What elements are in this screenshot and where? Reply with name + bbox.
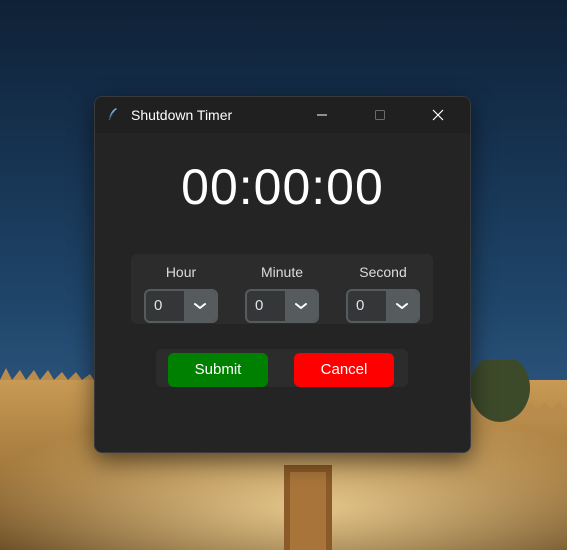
minimize-button[interactable] <box>299 97 345 133</box>
minute-label: Minute <box>260 264 304 280</box>
countdown-display: 00:00:00 <box>181 159 384 215</box>
time-picker-frame: Hour 0 Minute 0 Second 0 <box>131 254 433 324</box>
desktop-background: Shutdown Timer 00:00:00 Hour 0 Minute 0 … <box>0 0 567 550</box>
hour-picker: Hour 0 <box>131 254 231 324</box>
chevron-down-icon <box>194 303 206 309</box>
hour-dropdown-button[interactable] <box>184 291 216 321</box>
minimize-icon <box>317 114 327 116</box>
feather-icon <box>108 108 117 121</box>
close-button[interactable] <box>415 97 461 133</box>
close-icon <box>432 109 444 121</box>
shutdown-timer-window: Shutdown Timer 00:00:00 Hour 0 Minute 0 … <box>94 96 471 453</box>
hour-combobox[interactable]: 0 <box>144 289 218 323</box>
maximize-icon <box>375 110 385 120</box>
cancel-button[interactable]: Cancel <box>294 353 394 387</box>
hour-label: Hour <box>165 264 197 280</box>
submit-button[interactable]: Submit <box>168 353 268 387</box>
hour-value[interactable]: 0 <box>154 297 162 315</box>
maximize-button[interactable] <box>357 97 403 133</box>
second-label: Second <box>359 264 407 280</box>
minute-picker: Minute 0 <box>232 254 332 324</box>
minute-value[interactable]: 0 <box>255 297 263 315</box>
chevron-down-icon <box>396 303 408 309</box>
minute-combobox[interactable]: 0 <box>245 289 319 323</box>
action-button-frame: Submit Cancel <box>156 349 408 387</box>
minute-dropdown-button[interactable] <box>285 291 317 321</box>
second-picker: Second 0 <box>333 254 433 324</box>
second-dropdown-button[interactable] <box>386 291 418 321</box>
chevron-down-icon <box>295 303 307 309</box>
window-title: Shutdown Timer <box>131 107 233 123</box>
title-bar[interactable]: Shutdown Timer <box>95 97 470 133</box>
second-value[interactable]: 0 <box>356 297 364 315</box>
second-combobox[interactable]: 0 <box>346 289 420 323</box>
